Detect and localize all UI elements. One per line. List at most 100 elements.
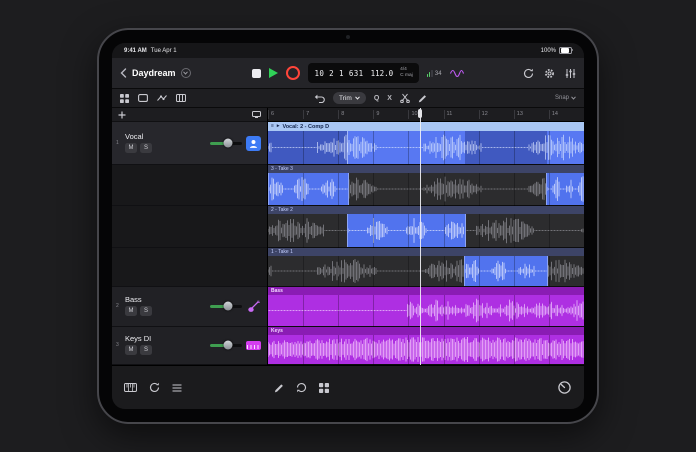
project-title: Daydream bbox=[132, 68, 176, 78]
record-button[interactable] bbox=[286, 66, 301, 80]
meter-bars-icon bbox=[426, 69, 433, 77]
browser-grid-icon[interactable] bbox=[120, 93, 129, 103]
clock: 9:41 AM bbox=[124, 47, 147, 54]
mute-button[interactable]: M bbox=[125, 306, 137, 317]
edit-toolbar: Trim Q X Snap bbox=[112, 89, 584, 108]
tool-label: Trim bbox=[339, 94, 352, 102]
keys-region-body[interactable] bbox=[268, 334, 584, 364]
volume-slider[interactable] bbox=[210, 138, 242, 148]
cpu-meter: 34 bbox=[426, 69, 442, 77]
keys-track-icon bbox=[246, 340, 261, 350]
tuner-icon[interactable] bbox=[449, 69, 464, 78]
take-lane-header-strip[interactable]: 2 - Take 2 bbox=[268, 205, 584, 214]
status-bar: 9:41 AM Tue Apr 1 100% bbox=[112, 43, 584, 58]
back-button[interactable] bbox=[120, 68, 127, 78]
playhead[interactable] bbox=[418, 108, 423, 365]
track-name: Vocal bbox=[125, 132, 144, 142]
add-track-button[interactable] bbox=[118, 111, 126, 119]
crossfade-button[interactable]: X bbox=[387, 95, 392, 102]
track-header-vocal[interactable]: 1 Vocal M S bbox=[112, 122, 267, 166]
automation-icon[interactable] bbox=[157, 94, 167, 102]
vocal-comp-region[interactable]: ≡ ▸ Vocal: 2 - Comp D bbox=[268, 122, 584, 166]
take-label: 2 - Take 2 bbox=[271, 206, 293, 213]
volume-slider[interactable] bbox=[210, 340, 242, 350]
take-lane-body[interactable] bbox=[268, 213, 584, 247]
take-lane-body[interactable] bbox=[268, 173, 584, 205]
bass-region-body[interactable] bbox=[268, 295, 584, 326]
date: Tue Apr 1 bbox=[150, 47, 177, 54]
track-header-keys[interactable]: 3 Keys DI M S bbox=[112, 326, 267, 365]
undo-icon[interactable] bbox=[314, 94, 325, 103]
stop-button[interactable] bbox=[252, 68, 262, 78]
arrange-area: 1 Vocal M S 2 Bass M S 3 Keys DI M S 6 7… bbox=[112, 108, 584, 365]
take-label: 1 - Take 1 bbox=[271, 248, 293, 255]
bar-ruler[interactable]: 6 7 8 9 10 11 12 13 14 bbox=[268, 108, 584, 122]
ipad-device-frame: 9:41 AM Tue Apr 1 100% Daydream 10 2 1 6… bbox=[97, 28, 599, 424]
desktop-background: 9:41 AM Tue Apr 1 100% Daydream 10 2 1 6… bbox=[0, 0, 696, 452]
control-bar: Daydream 10 2 1 631 112.0 4/4 C maj 34 bbox=[112, 58, 584, 89]
editor-icon[interactable] bbox=[176, 94, 186, 102]
play-button[interactable] bbox=[269, 68, 279, 78]
track-number: 1 bbox=[116, 140, 119, 147]
take-lane-header[interactable] bbox=[112, 247, 267, 288]
solo-button[interactable]: S bbox=[140, 143, 152, 154]
volume-slider[interactable] bbox=[210, 301, 242, 311]
bass-region[interactable]: Bass bbox=[268, 287, 584, 327]
comp-region-body[interactable] bbox=[268, 131, 584, 165]
take-lane-region[interactable]: 2 - Take 2 bbox=[268, 205, 584, 248]
tool-selector[interactable]: Trim bbox=[333, 92, 366, 104]
take-folder-list-icon: ≡ bbox=[271, 123, 274, 129]
bass-track-icon bbox=[246, 299, 261, 314]
solo-button[interactable]: S bbox=[140, 306, 152, 317]
take-lane-header[interactable] bbox=[112, 165, 267, 206]
track-header-column: 1 Vocal M S 2 Bass M S 3 Keys DI M S bbox=[112, 108, 268, 365]
mute-button[interactable]: M bbox=[125, 143, 137, 154]
loop-browser-icon[interactable] bbox=[149, 382, 160, 393]
quantize-button[interactable]: Q bbox=[374, 95, 379, 102]
track-number: 2 bbox=[116, 303, 119, 310]
take-lane-region[interactable]: 3 - Take 3 bbox=[268, 165, 584, 206]
take-lane-header-strip[interactable]: 1 - Take 1 bbox=[268, 247, 584, 256]
take-label: 3 - Take 3 bbox=[271, 166, 293, 173]
pencil-tool-icon[interactable] bbox=[274, 383, 284, 393]
project-menu-button[interactable] bbox=[180, 68, 191, 78]
tracks-view-icon[interactable] bbox=[138, 94, 148, 102]
take-lane-region[interactable]: 1 - Take 1 bbox=[268, 247, 584, 288]
header-options-icon[interactable] bbox=[252, 111, 261, 118]
cpu-value: 34 bbox=[434, 70, 442, 77]
list-icon[interactable] bbox=[172, 383, 182, 392]
app-screen: 9:41 AM Tue Apr 1 100% Daydream 10 2 1 6… bbox=[112, 43, 584, 409]
take-lane-header-strip[interactable]: 3 - Take 3 bbox=[268, 165, 584, 174]
mute-button[interactable]: M bbox=[125, 345, 137, 356]
track-number: 3 bbox=[116, 342, 119, 349]
lcd-display[interactable]: 10 2 1 631 112.0 4/4 C maj bbox=[308, 63, 419, 83]
key-signature: C maj bbox=[400, 72, 413, 78]
front-camera bbox=[346, 35, 350, 39]
snap-label: Snap bbox=[554, 95, 569, 101]
piano-keyboard-icon[interactable] bbox=[124, 383, 137, 392]
settings-gear-icon[interactable] bbox=[544, 68, 555, 79]
bass-region-header[interactable]: Bass bbox=[268, 287, 584, 296]
comp-region-label: Vocal: 2 - Comp D bbox=[282, 123, 330, 130]
battery-icon bbox=[559, 46, 573, 55]
track-header-bass[interactable]: 2 Bass M S bbox=[112, 287, 267, 327]
keys-region-header[interactable]: Keys bbox=[268, 326, 584, 335]
pads-grid-icon[interactable] bbox=[319, 382, 329, 393]
vocal-track-icon bbox=[246, 135, 261, 151]
take-lane-body[interactable] bbox=[268, 255, 584, 287]
control-knob-icon[interactable] bbox=[557, 380, 572, 395]
track-name: Keys DI bbox=[125, 334, 152, 344]
take-lane-header[interactable] bbox=[112, 205, 267, 248]
mixer-icon[interactable] bbox=[565, 68, 576, 79]
comp-region-header[interactable]: ≡ ▸ Vocal: 2 - Comp D bbox=[268, 122, 584, 131]
solo-button[interactable]: S bbox=[140, 345, 152, 356]
keys-region[interactable]: Keys bbox=[268, 326, 584, 365]
scissors-icon[interactable] bbox=[400, 93, 410, 103]
repeat-icon[interactable] bbox=[296, 382, 307, 393]
keys-region-label: Keys bbox=[271, 327, 283, 334]
cycle-icon[interactable] bbox=[523, 68, 534, 79]
snap-control[interactable]: Snap bbox=[555, 95, 576, 101]
tempo-value: 112.0 bbox=[370, 68, 394, 78]
pencil-icon[interactable] bbox=[418, 94, 427, 103]
take-folder-disclosure-icon: ▸ bbox=[276, 123, 280, 129]
